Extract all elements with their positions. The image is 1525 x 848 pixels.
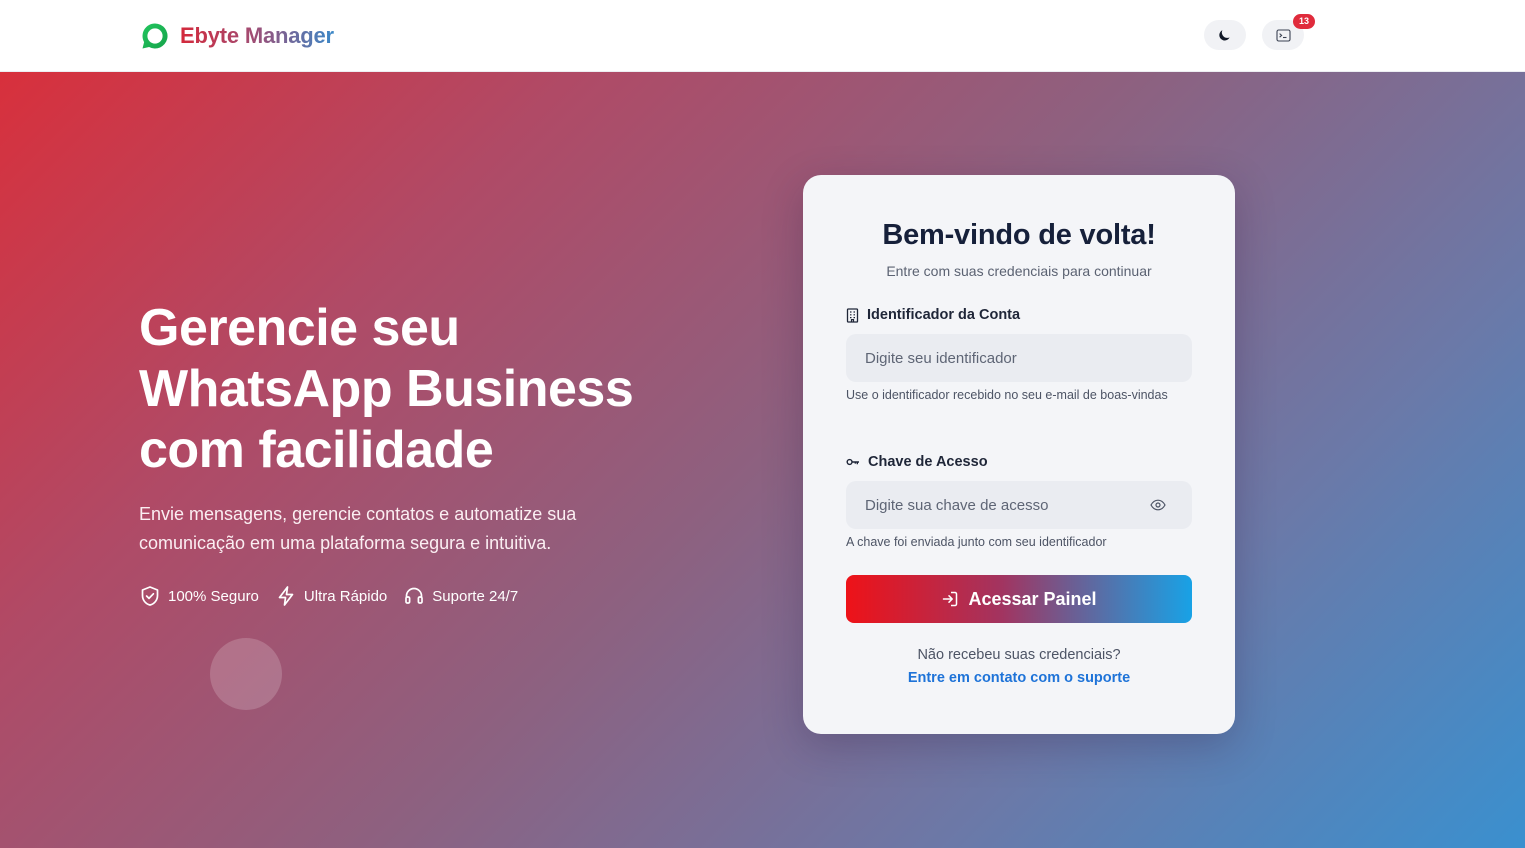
feature-item: 100% Seguro [139,585,259,607]
hero-subtitle: Envie mensagens, gerencie contatos e aut… [139,504,577,553]
notification-badge[interactable]: 13 [1293,14,1315,29]
account-id-label-text: Identificador da Conta [867,307,1021,323]
feature-label: 100% Seguro [168,587,259,605]
hero-title: Gerencie seu WhatsApp Business com facil… [139,299,634,479]
terminal-icon [1275,28,1291,42]
theme-toggle-button[interactable] [1204,20,1246,50]
decorative-circle [210,638,282,710]
moon-icon [1219,30,1230,41]
account-id-label: Identificador da Conta [846,305,1020,325]
shield-check-icon [141,586,159,606]
login-card: Bem-vindo de volta! Entre com suas crede… [803,175,1235,734]
help-text: Não recebeu suas credenciais? [917,647,1121,663]
feature-item: Ultra Rápido [275,585,387,607]
access-key-hint: A chave foi enviada junto com seu identi… [846,535,1107,549]
contact-support-link[interactable]: Entre em contato com o suporte [803,670,1235,686]
feature-item: Suporte 24/7 [403,585,518,607]
headset-icon [405,587,424,604]
account-id-input[interactable] [846,334,1192,382]
access-panel-label: Acessar Painel [968,588,1097,609]
brand[interactable]: Ebyte Manager [140,20,334,52]
feature-label: Suporte 24/7 [432,587,519,605]
access-key-label-text: Chave de Acesso [868,454,988,470]
feature-list: 100% Seguro Ultra Rápido Suporte 24/7 [139,583,518,609]
access-panel-button[interactable]: Acessar Painel [846,575,1192,623]
top-header: Ebyte Manager 13 [0,0,1525,72]
access-key-input[interactable] [846,481,1192,529]
toggle-password-visibility-button[interactable] [1148,495,1168,515]
brand-name: Ebyte Manager [180,23,334,48]
hero-section: Gerencie seu WhatsApp Business com facil… [0,72,1525,848]
login-title: Bem-vindo de volta! [882,219,1156,251]
chat-bubble-icon [142,23,168,49]
login-subtitle: Entre com suas credenciais para continua… [886,263,1152,279]
feature-label: Ultra Rápido [303,587,388,605]
login-icon [943,591,958,607]
account-id-hint: Use o identificador recebido no seu e-ma… [846,388,1168,402]
key-icon [846,458,859,466]
eye-icon [1150,499,1166,511]
building-icon [846,307,859,323]
lightning-icon [278,586,294,606]
access-key-label: Chave de Acesso [846,452,988,472]
